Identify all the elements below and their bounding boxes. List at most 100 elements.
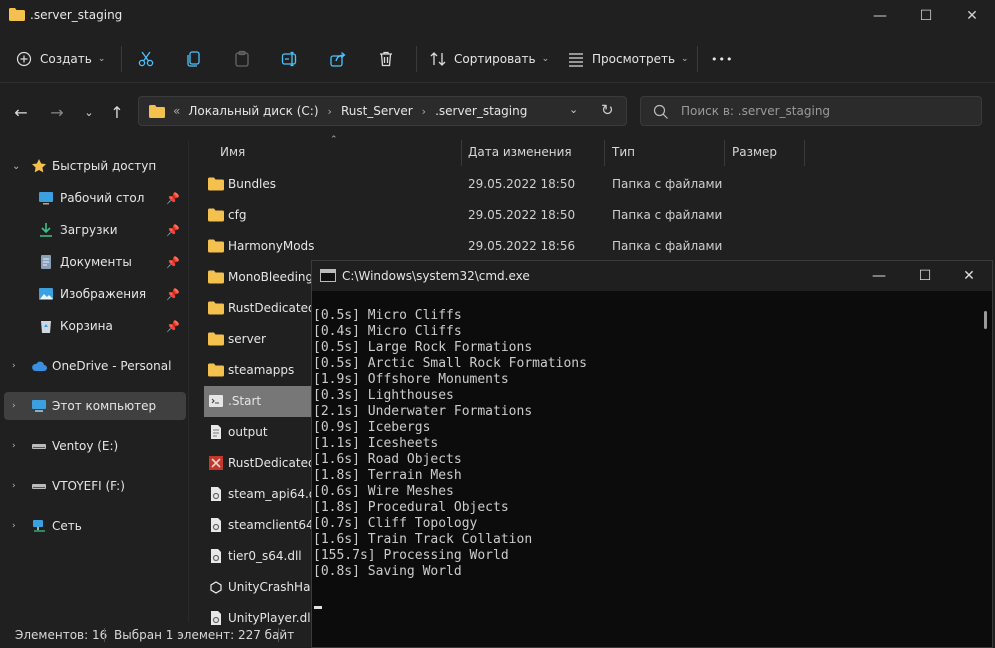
chevron-right-icon[interactable]: › — [12, 521, 16, 531]
more-options-button[interactable]: ••• — [711, 44, 733, 74]
pane-divider[interactable] — [188, 140, 189, 622]
sidebar-item-label: Быстрый доступ — [52, 159, 157, 173]
chevron-down-icon[interactable]: ⌄ — [12, 161, 20, 172]
chevron-right-icon[interactable]: › — [12, 441, 16, 451]
file-row[interactable]: Bundles 29.05.2022 18:50 Папка с файлами — [204, 169, 804, 200]
copy-button[interactable] — [184, 44, 204, 74]
breadcrumb-item-drive[interactable]: Локальный диск (C:) — [188, 104, 318, 118]
rename-button[interactable] — [280, 44, 300, 74]
chevron-right-icon[interactable]: › — [12, 361, 16, 371]
breadcrumb: « Локальный диск (C:) › Rust_Server › .s… — [173, 104, 527, 118]
console-line: [0.3s] Lighthouses — [313, 388, 454, 403]
sidebar-item-pictures[interactable]: Изображения 📌 — [4, 280, 186, 308]
toolbar-divider — [697, 46, 698, 72]
scrollbar-thumb[interactable] — [984, 311, 987, 329]
console-output[interactable]: [0.5s] Micro Cliffs [0.4s] Micro Cliffs [0… — [313, 292, 973, 642]
console-icon — [320, 269, 336, 282]
sidebar-item-quick-access[interactable]: ⌄ Быстрый доступ — [4, 152, 186, 180]
column-divider[interactable] — [604, 140, 605, 166]
pin-icon[interactable]: 📌 — [166, 288, 180, 301]
sidebar-item-downloads[interactable]: Загрузки 📌 — [4, 216, 186, 244]
forward-arrow-icon[interactable]: → — [44, 98, 70, 126]
breadcrumb-overflow[interactable]: « — [173, 104, 180, 118]
file-date: 29.05.2022 18:50 — [468, 177, 576, 191]
selection-info: Выбран 1 элемент: 227 байт — [114, 628, 295, 642]
folder-icon — [208, 301, 224, 315]
sidebar-item-documents[interactable]: Документы 📌 — [4, 248, 186, 276]
file-row[interactable]: cfg 29.05.2022 18:50 Папка с файлами — [204, 200, 804, 231]
create-button[interactable]: Создать ⌄ — [14, 44, 105, 74]
file-date: 29.05.2022 18:56 — [468, 239, 576, 253]
sidebar-item-label: VTOYEFI (F:) — [52, 479, 125, 493]
back-arrow-icon[interactable]: ← — [8, 98, 34, 126]
sidebar-item-label: Корзина — [60, 319, 113, 333]
sidebar-item-network[interactable]: › Сеть — [4, 512, 186, 540]
copy-icon — [184, 49, 204, 69]
cmd-title-bar[interactable]: C:\Windows\system32\cmd.exe — ☐ ✕ — [312, 261, 992, 291]
column-divider[interactable] — [724, 140, 725, 166]
cmd-close-button[interactable]: ✕ — [946, 261, 992, 291]
cmd-window-title: C:\Windows\system32\cmd.exe — [342, 269, 530, 283]
view-button[interactable]: Просмотреть ⌄ — [566, 44, 689, 74]
pin-icon[interactable]: 📌 — [166, 320, 180, 333]
sidebar-item-label: Изображения — [60, 287, 147, 301]
address-bar[interactable]: « Локальный диск (C:) › Rust_Server › .s… — [138, 96, 627, 126]
chevron-right-icon[interactable]: › — [12, 401, 16, 411]
recent-locations-chevron-icon[interactable]: ⌄ — [76, 98, 102, 126]
up-arrow-icon[interactable]: ↑ — [104, 98, 130, 126]
cmd-minimize-button[interactable]: — — [856, 261, 902, 291]
column-header-name[interactable]: Имя — [220, 138, 245, 166]
share-button[interactable] — [328, 44, 348, 74]
maximize-button[interactable]: ☐ — [903, 0, 949, 32]
paste-button[interactable] — [232, 44, 252, 74]
dll-file-icon — [211, 487, 221, 501]
console-line: [2.1s] Underwater Formations — [313, 404, 533, 419]
address-history-chevron-icon[interactable]: ⌄ — [569, 103, 578, 116]
text-file-icon — [211, 425, 221, 439]
file-row[interactable]: HarmonyMods 29.05.2022 18:56 Папка с фай… — [204, 231, 804, 262]
pin-icon[interactable]: 📌 — [166, 256, 180, 269]
item-count: Элементов: 16 — [15, 628, 108, 642]
sidebar-item-recycle-bin[interactable]: Корзина 📌 — [4, 312, 186, 340]
sidebar-item-desktop[interactable]: Рабочий стол 📌 — [4, 184, 186, 212]
column-header-size[interactable]: Размер — [732, 138, 777, 166]
folder-icon — [208, 270, 224, 284]
column-header-date[interactable]: Дата изменения — [468, 138, 572, 166]
minimize-button[interactable]: — — [857, 0, 903, 32]
chevron-right-icon[interactable]: › — [12, 481, 16, 491]
pin-icon[interactable]: 📌 — [166, 224, 180, 237]
file-row-selected[interactable]: .Start — [204, 386, 314, 417]
document-icon — [41, 255, 51, 269]
file-name: output — [228, 425, 268, 439]
file-name: HarmonyMods — [228, 239, 315, 253]
create-label: Создать — [40, 52, 92, 66]
console-line: [0.5s] Micro Cliffs — [313, 308, 462, 323]
cut-button[interactable] — [136, 44, 156, 74]
cmd-maximize-button[interactable]: ☐ — [902, 261, 948, 291]
column-divider[interactable] — [461, 140, 462, 166]
delete-button[interactable] — [376, 44, 396, 74]
column-divider[interactable] — [804, 140, 805, 166]
cmd-scrollbar[interactable] — [976, 292, 992, 647]
rename-icon — [280, 49, 300, 69]
search-input[interactable]: Поиск в: .server_staging — [640, 96, 982, 126]
breadcrumb-item-rust-server[interactable]: Rust_Server — [341, 104, 413, 118]
sidebar-item-this-pc[interactable]: › Этот компьютер — [4, 392, 186, 420]
close-button[interactable]: ✕ — [949, 0, 995, 32]
chevron-down-icon: ⌄ — [97, 54, 106, 64]
sidebar-item-vtoyefi[interactable]: › VTOYEFI (F:) — [4, 472, 186, 500]
cmd-window[interactable]: C:\Windows\system32\cmd.exe — ☐ ✕ [0.5s]… — [311, 260, 993, 648]
chevron-down-icon: ⌄ — [681, 54, 689, 64]
title-bar[interactable]: .server_staging — ☐ ✕ — [0, 0, 995, 32]
search-placeholder: Поиск в: .server_staging — [681, 104, 831, 118]
sidebar-item-ventoy[interactable]: › Ventoy (E:) — [4, 432, 186, 460]
share-icon — [328, 49, 348, 69]
refresh-icon[interactable]: ↻ — [601, 101, 614, 119]
breadcrumb-item-server-staging[interactable]: .server_staging — [435, 104, 527, 118]
column-header-type[interactable]: Тип — [612, 138, 635, 166]
sidebar-item-onedrive[interactable]: › OneDrive - Personal — [4, 352, 186, 380]
file-name: RustDedicated — [228, 456, 316, 470]
pin-icon[interactable]: 📌 — [166, 192, 180, 205]
sort-button[interactable]: Сортировать ⌄ — [428, 44, 549, 74]
console-line: [1.1s] Icesheets — [313, 436, 439, 451]
